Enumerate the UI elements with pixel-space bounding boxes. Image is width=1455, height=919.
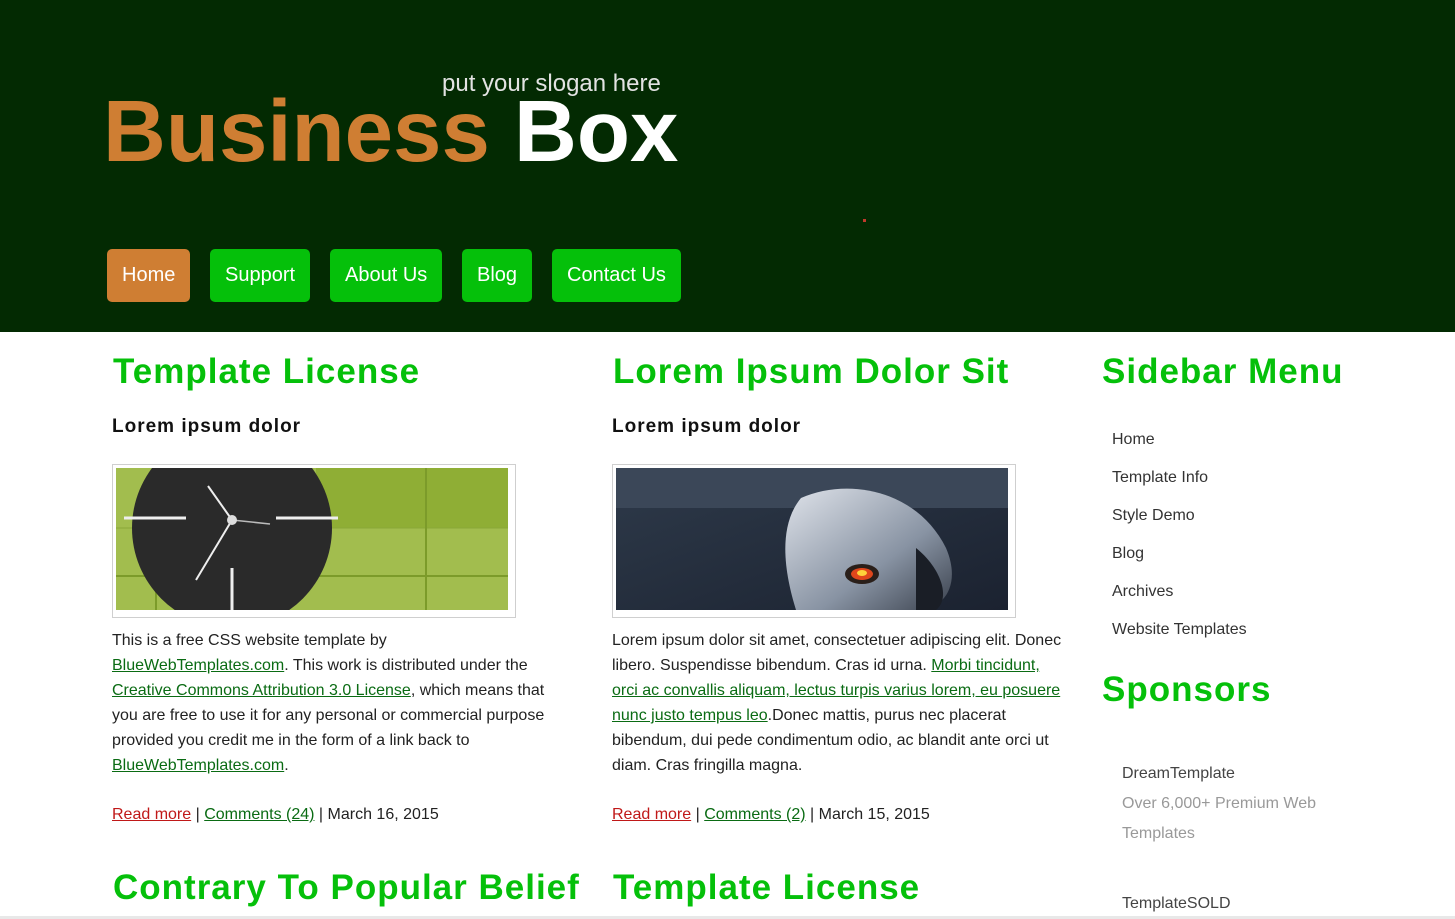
post-body: This is a free CSS website template by B…: [112, 632, 545, 774]
nav-about-us[interactable]: About Us: [330, 249, 443, 302]
site-logo[interactable]: Business Box: [103, 84, 678, 180]
read-more-link[interactable]: Read more: [612, 806, 691, 823]
sidebar-item-blog[interactable]: Blog: [1112, 545, 1144, 563]
comments-link[interactable]: Comments (24): [204, 806, 314, 823]
post-title[interactable]: Template License: [613, 868, 920, 908]
post-date: March 15, 2015: [818, 806, 930, 823]
nav-contact-us[interactable]: Contact Us: [552, 249, 681, 302]
header: put your slogan here Business Box Home S…: [0, 0, 1455, 332]
comments-link[interactable]: Comments (2): [704, 806, 805, 823]
nav-home[interactable]: Home: [107, 249, 191, 302]
post-title[interactable]: Template License: [113, 352, 420, 392]
mouse-image: [612, 464, 1016, 618]
sidebar-item-template-info[interactable]: Template Info: [1112, 469, 1208, 487]
decorative-dot: [863, 219, 866, 222]
post-body: Lorem ipsum dolor sit amet, consectetuer…: [612, 632, 1062, 774]
nav-support[interactable]: Support: [210, 249, 311, 302]
bluewebtemplates-link-2[interactable]: BlueWebTemplates.com: [112, 757, 284, 774]
post-subtitle: Lorem ipsum dolor: [112, 416, 302, 437]
sponsor-link[interactable]: TemplateSOLD: [1122, 895, 1231, 913]
sidebar-title: Sidebar Menu: [1102, 352, 1344, 391]
logo-word-business: Business: [103, 83, 490, 180]
sponsors-title: Sponsors: [1102, 670, 1272, 709]
post-meta: Read more | Comments (24) | March 16, 20…: [112, 806, 439, 823]
post-title[interactable]: Lorem Ipsum Dolor Sit: [613, 352, 1009, 392]
sidebar-item-style-demo[interactable]: Style Demo: [1112, 507, 1195, 525]
sidebar-item-website-templates[interactable]: Website Templates: [1112, 621, 1247, 639]
sponsor-description: Over 6,000+ Premium Web Templates: [1122, 795, 1317, 842]
sponsor-link[interactable]: DreamTemplate: [1122, 765, 1235, 783]
post-meta: Read more | Comments (2) | March 15, 201…: [612, 806, 930, 823]
post-subtitle: Lorem ipsum dolor: [612, 416, 802, 437]
nav-blog[interactable]: Blog: [462, 249, 533, 302]
bluewebtemplates-link[interactable]: BlueWebTemplates.com: [112, 657, 284, 674]
creative-commons-link[interactable]: Creative Commons Attribution 3.0 License: [112, 682, 411, 699]
logo-word-box: Box: [514, 83, 679, 180]
clock-image: [112, 464, 516, 618]
post-date: March 16, 2015: [327, 806, 439, 823]
post-title[interactable]: Contrary To Popular Belief: [113, 868, 580, 908]
sidebar-item-home[interactable]: Home: [1112, 431, 1155, 449]
sidebar-item-archives[interactable]: Archives: [1112, 583, 1173, 601]
read-more-link[interactable]: Read more: [112, 806, 191, 823]
